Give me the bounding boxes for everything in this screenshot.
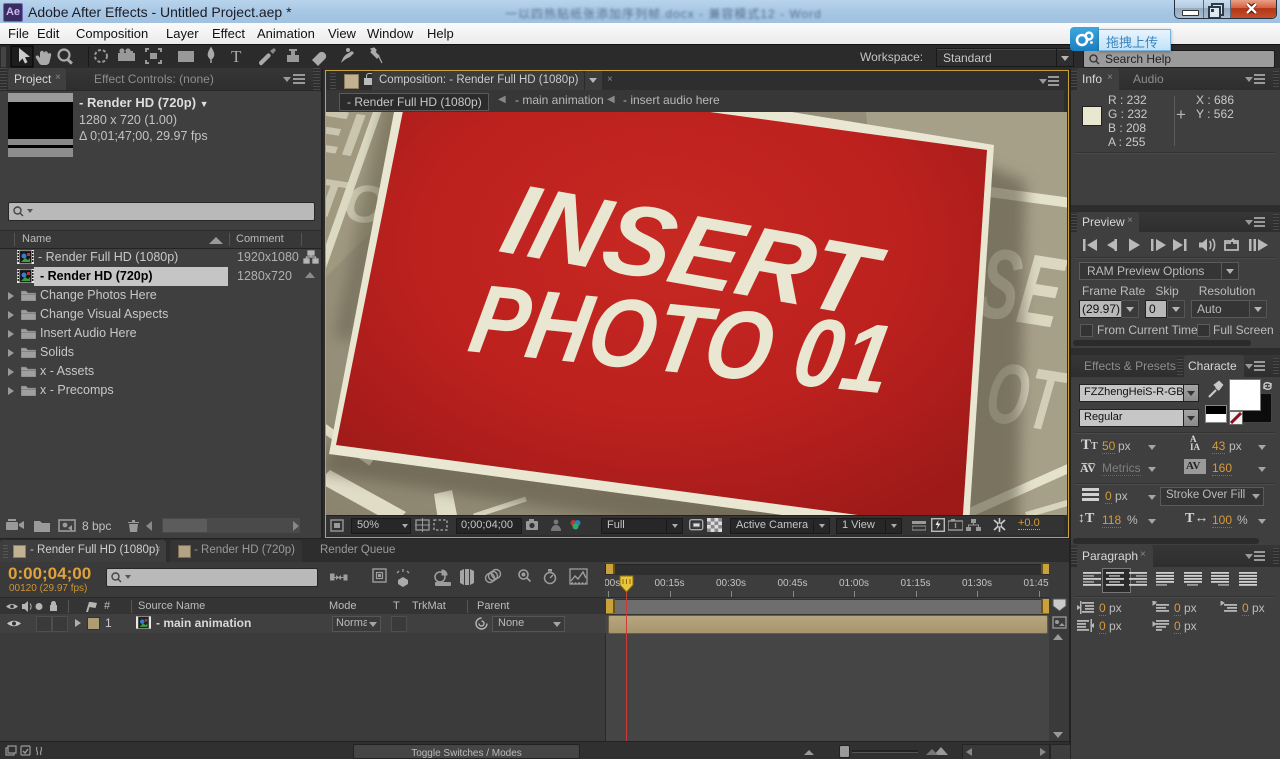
svg-text:T: T	[231, 47, 242, 66]
svg-text:8 bpc: 8 bpc	[82, 519, 111, 533]
